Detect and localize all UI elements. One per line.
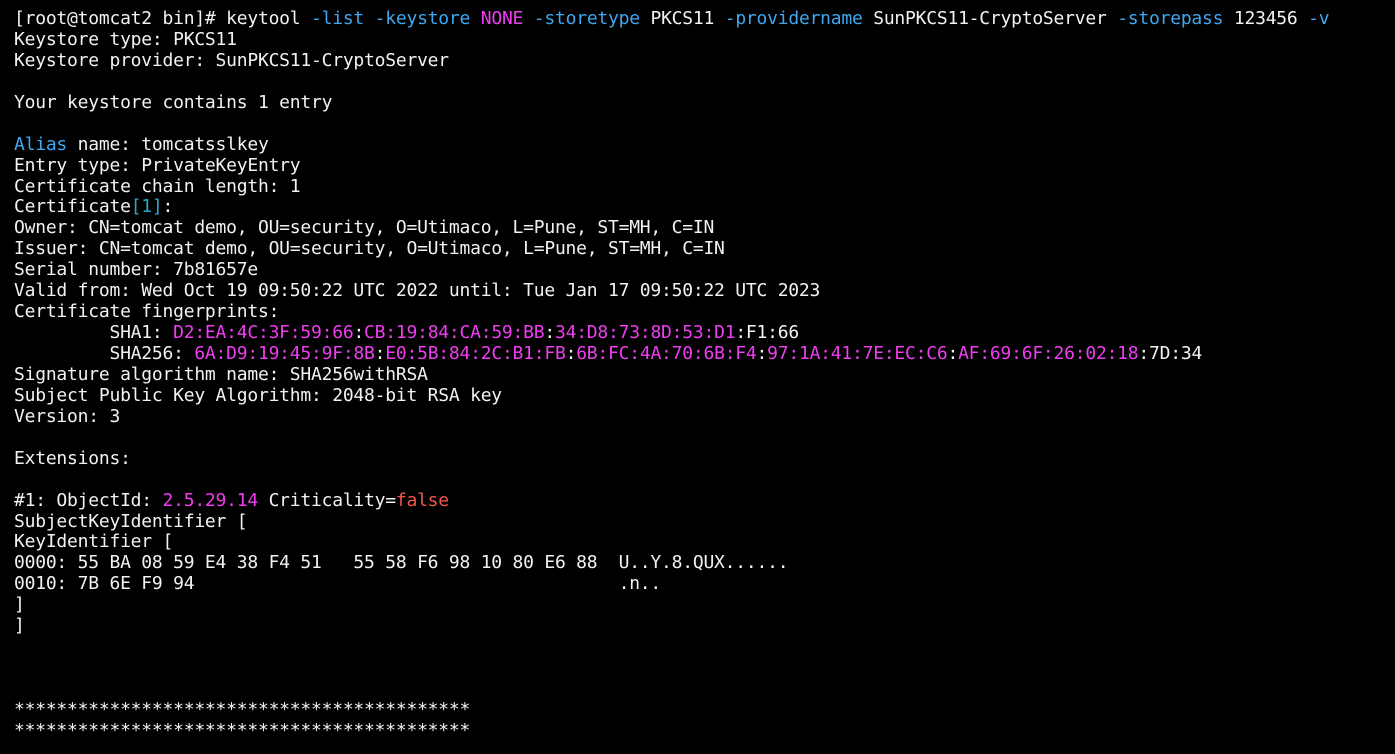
terminal-line: Entry type: PrivateKeyEntry — [14, 154, 1395, 177]
terminal-text: E0:5B:84:2C:B1:FB — [385, 343, 566, 364]
terminal-text: KeyIdentifier [ — [14, 531, 174, 553]
terminal-text: :7D:34 — [1138, 343, 1203, 364]
terminal-text: : — [544, 322, 555, 344]
terminal-line: 0010: 7B 6E F9 94 .n.. — [14, 573, 1395, 595]
terminal-text: 0000: 55 BA 08 59 E4 38 F4 51 55 58 F6 9… — [14, 552, 789, 574]
terminal-text: SubjectKeyIdentifier [ — [14, 510, 248, 532]
terminal-text: Certificate chain length: 1 — [14, 175, 301, 197]
terminal-line: Alias name: tomcatsslkey — [14, 133, 1395, 156]
terminal-line: SHA256: 6A:D9:19:45:9F:8B:E0:5B:84:2C:B1… — [14, 343, 1395, 365]
terminal-line: SubjectKeyIdentifier [ — [14, 510, 1395, 533]
terminal-line: Subject Public Key Algorithm: 2048-bit R… — [14, 384, 1395, 407]
terminal-text: Version: 3 — [14, 405, 121, 427]
terminal-text: Valid from: Wed Oct 19 09:50:22 UTC 2022… — [14, 280, 821, 302]
terminal-text: Alias — [14, 133, 68, 155]
terminal-text: NONE — [480, 8, 524, 29]
terminal-line: ****************************************… — [14, 719, 1395, 742]
terminal-output[interactable]: [root@tomcat2 bin]# keytool -list -keyst… — [0, 0, 1395, 754]
terminal-text: Keystore provider: SunPKCS11-CryptoServe… — [14, 49, 449, 71]
terminal-text: Entry type: PrivateKeyEntry — [14, 154, 301, 176]
terminal-line: #1: ObjectId: 2.5.29.14 Criticality=fals… — [14, 489, 1395, 512]
terminal-text: 6A:D9:19:45:9F:8B — [194, 343, 375, 364]
terminal-text: ] — [14, 594, 25, 616]
terminal-text: 123456 — [1223, 8, 1309, 29]
terminal-text: Your keystore contains 1 entry — [14, 91, 333, 113]
terminal-line: [root@tomcat2 bin]# keytool -list -keyst… — [14, 8, 1395, 30]
terminal-text: #1: ObjectId: — [14, 489, 163, 511]
terminal-text: Owner: CN=tomcat demo, OU=security, O=Ut… — [14, 217, 715, 239]
terminal-line: Your keystore contains 1 entry — [14, 91, 1395, 114]
terminal-text: SunPKCS11-CryptoServer — [862, 8, 1118, 29]
terminal-text: : — [947, 343, 959, 364]
terminal-line: Certificate fingerprints: — [14, 301, 1395, 323]
terminal-line: Version: 3 — [14, 405, 1395, 428]
terminal-text: Criticality= — [257, 489, 397, 511]
terminal-text: Signature algorithm name: SHA256withRSA — [14, 363, 428, 385]
terminal-line: Valid from: Wed Oct 19 09:50:22 UTC 2022… — [14, 280, 1395, 302]
terminal-text: :F1:66 — [735, 322, 799, 344]
terminal-line: 0000: 55 BA 08 59 E4 38 F4 51 55 58 F6 9… — [14, 552, 1395, 574]
terminal-text: : — [374, 343, 386, 364]
terminal-line: ****************************************… — [14, 698, 1395, 721]
terminal-text: 2.5.29.14 — [162, 489, 259, 511]
terminal-text: : — [756, 343, 768, 364]
terminal-text: : — [353, 322, 365, 344]
terminal-line: Keystore provider: SunPKCS11-CryptoServe… — [14, 49, 1395, 72]
terminal-text: false — [395, 489, 449, 511]
terminal-text: SHA1: — [14, 322, 174, 344]
terminal-line: Certificate chain length: 1 — [14, 175, 1395, 198]
terminal-text: ] — [14, 615, 25, 637]
terminal-text: CB:19:84:CA:59:BB — [364, 322, 545, 344]
terminal-text: : — [565, 343, 577, 364]
terminal-text: -keystore — [374, 8, 471, 29]
terminal-text: ****************************************… — [14, 719, 471, 741]
terminal-text: AF:69:6F:26:02:18 — [958, 343, 1139, 364]
terminal-text: PKCS11 — [639, 8, 725, 29]
terminal-text: Issuer: CN=tomcat demo, OU=security, O=U… — [14, 238, 725, 260]
terminal-line: Owner: CN=tomcat demo, OU=security, O=Ut… — [14, 217, 1395, 239]
terminal-text: : — [162, 196, 174, 218]
terminal-text: Serial number: 7b81657e — [14, 259, 258, 281]
terminal-text: 0010: 7B 6E F9 94 .n.. — [14, 573, 662, 595]
terminal-text: 6B:FC:4A:70:6B:F4 — [576, 343, 757, 364]
terminal-text: Certificate — [14, 196, 131, 218]
terminal-text: Subject Public Key Algorithm: 2048-bit R… — [14, 384, 502, 406]
terminal-text: -v — [1308, 8, 1330, 29]
terminal-text: D2:EA:4C:3F:59:66 — [173, 322, 354, 344]
terminal-text: -providername — [724, 8, 863, 29]
terminal-line: Extensions: — [14, 447, 1395, 470]
terminal-text: Extensions: — [14, 447, 131, 469]
terminal-line: ] — [14, 594, 1395, 616]
terminal-text: -storetype — [533, 8, 640, 29]
terminal-line: Serial number: 7b81657e — [14, 259, 1395, 281]
terminal-line: ] — [14, 615, 1395, 637]
terminal-text: [1] — [130, 196, 163, 218]
terminal-text: 97:1A:41:7E:EC:C6 — [767, 343, 948, 364]
terminal-text: Keystore type: PKCS11 — [14, 28, 237, 50]
terminal-line: Certificate[1]: — [14, 196, 1395, 218]
terminal-text: Certificate fingerprints: — [14, 301, 280, 323]
terminal-line: Issuer: CN=tomcat demo, OU=security, O=U… — [14, 238, 1395, 260]
terminal-line: Keystore type: PKCS11 — [14, 28, 1395, 51]
terminal-text: -storepass — [1117, 8, 1224, 29]
terminal-text: -list — [311, 8, 365, 29]
terminal-text: [root@tomcat2 bin]# keytool — [14, 8, 311, 29]
terminal-text: SHA256: — [14, 343, 195, 364]
terminal-text: ****************************************… — [14, 698, 471, 720]
terminal-line: Signature algorithm name: SHA256withRSA — [14, 363, 1395, 386]
terminal-line: KeyIdentifier [ — [14, 531, 1395, 553]
terminal-text: name: tomcatsslkey — [67, 133, 269, 155]
terminal-line: SHA1: D2:EA:4C:3F:59:66:CB:19:84:CA:59:B… — [14, 322, 1395, 344]
terminal-text: 34:D8:73:8D:53:D1 — [554, 322, 736, 344]
